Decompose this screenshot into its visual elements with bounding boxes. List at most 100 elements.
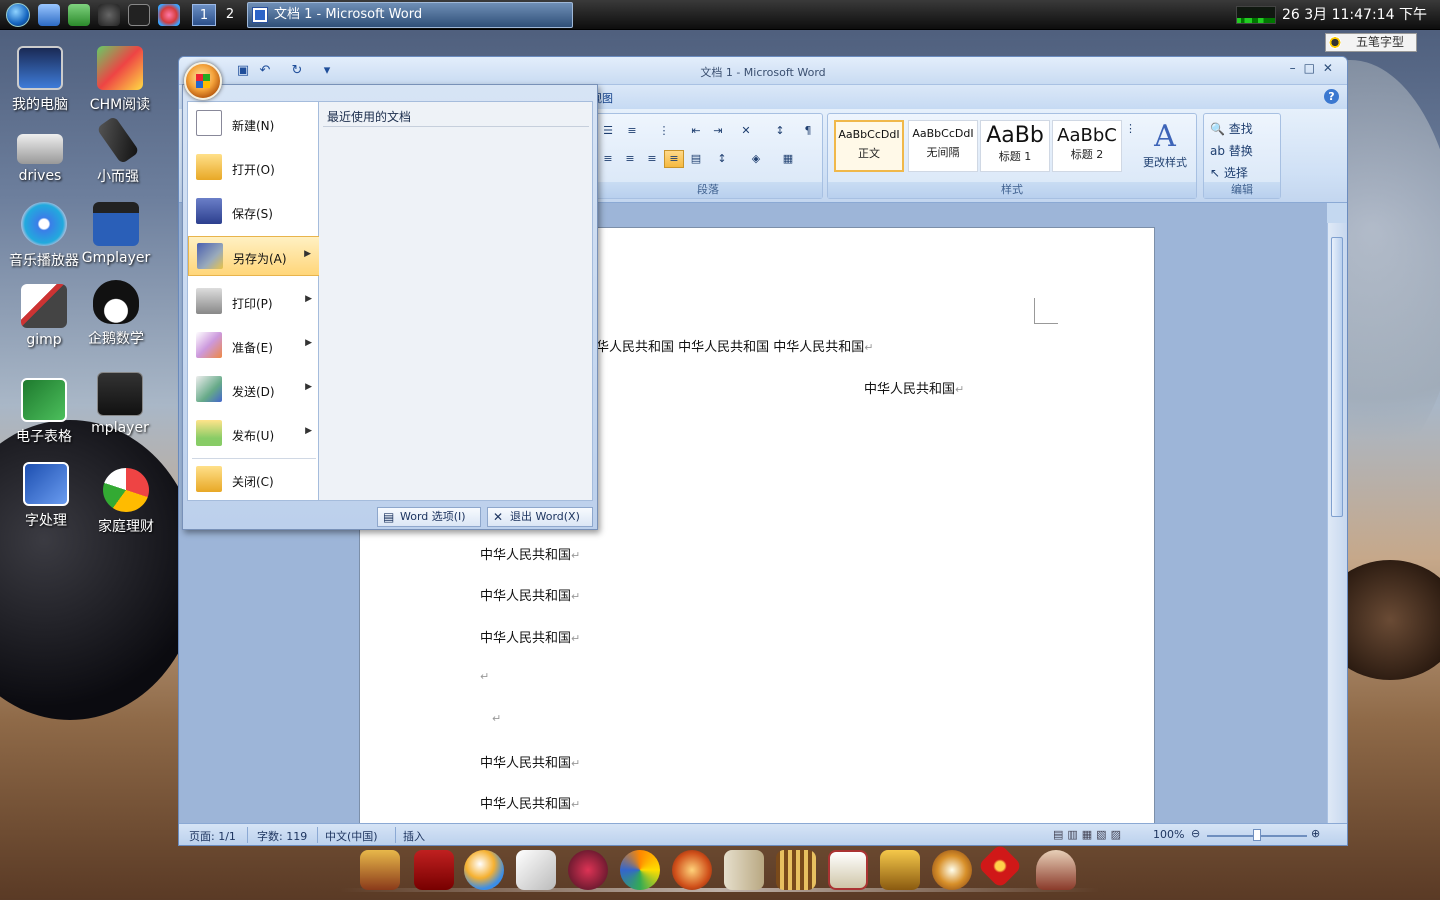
decrease-indent-icon[interactable]: ⇤ <box>686 122 706 140</box>
desktop-icon-usb[interactable]: 小而强 <box>78 115 158 186</box>
office-button[interactable] <box>184 62 222 100</box>
line-spacing-icon[interactable]: ↕ <box>712 150 732 168</box>
shading-icon[interactable]: ◈ <box>746 150 766 168</box>
style-normal[interactable]: AaBbCcDdI 正文 <box>834 120 904 172</box>
styles-scroll-icon[interactable]: ⋮ <box>1124 120 1136 174</box>
desktop-icon-chm[interactable]: CHM阅读 <box>80 46 160 114</box>
vertical-scrollbar[interactable] <box>1327 223 1347 823</box>
menu-item-save-as[interactable]: 另存为(A) ▶ <box>188 236 320 276</box>
zoom-slider-handle[interactable] <box>1253 829 1261 841</box>
increase-indent-icon[interactable]: ⇥ <box>708 122 728 140</box>
ime-indicator[interactable]: 五笔字型 <box>1325 33 1417 52</box>
desktop-icon-gimp[interactable]: gimp <box>4 284 84 348</box>
bowl-icon[interactable] <box>932 850 972 890</box>
doc-line[interactable]: ↵ <box>492 711 501 726</box>
taskbar-button-word[interactable]: 文档 1 - Microsoft Word <box>247 2 573 28</box>
editing-group-label[interactable]: 编辑 <box>1204 182 1280 198</box>
scroll-thumb[interactable] <box>1331 237 1343 517</box>
style-no-spacing[interactable]: AaBbCcDdI 无间隔 <box>908 120 978 172</box>
chinese-layout-icon[interactable]: ✕ <box>736 122 756 140</box>
menu-item-close[interactable]: 关闭(C) <box>188 460 320 500</box>
notes-icon[interactable] <box>724 850 764 890</box>
doc-line[interactable]: 中华人民共和国↵ <box>480 585 580 604</box>
doc-line[interactable]: 中华人民共和国↵ <box>480 752 580 771</box>
desktop-icon-gmplayer[interactable]: Gmplayer <box>76 202 156 266</box>
doc-line[interactable]: ↵ <box>480 669 489 684</box>
cards-icon[interactable] <box>516 850 556 890</box>
desktop-icon-mplayer[interactable]: mplayer <box>80 372 160 436</box>
photo-icon[interactable] <box>828 850 868 890</box>
fire-icon[interactable] <box>672 850 712 890</box>
media-icon[interactable] <box>568 850 608 890</box>
knot-icon[interactable] <box>977 843 1023 889</box>
abacus-icon[interactable] <box>776 850 816 890</box>
desktop-icon-music[interactable]: 音乐播放器 <box>4 202 84 270</box>
doc-line[interactable]: 中华人民共和国↵ <box>480 544 580 563</box>
align-left-icon[interactable]: ≡ <box>598 150 618 168</box>
numbering-icon[interactable]: ≡ <box>622 122 642 140</box>
replace-button[interactable]: ab 替换 <box>1210 142 1253 159</box>
find-button[interactable]: 🔍 查找 <box>1210 120 1253 137</box>
doc-line[interactable]: 中华人民共和国↵ <box>864 378 964 397</box>
desktop-icon-penguin[interactable]: 企鹅数学 <box>76 280 156 348</box>
sort-icon[interactable]: ↕ <box>770 122 790 140</box>
menu-item-print[interactable]: 打印(P) ▶ <box>188 282 320 322</box>
flag-icon[interactable] <box>414 850 454 890</box>
view-buttons[interactable]: ▤▥▦▧▨ <box>1053 828 1125 841</box>
menu-item-send[interactable]: 发送(D) ▶ <box>188 370 320 410</box>
exit-word-button[interactable]: ✕ 退出 Word(X) <box>487 507 593 527</box>
language[interactable]: 中文(中国) <box>325 828 378 844</box>
chart-icon[interactable] <box>620 850 660 890</box>
terminal-icon[interactable] <box>128 4 150 26</box>
workspace-1[interactable]: 1 <box>192 4 216 26</box>
start-orb-icon[interactable] <box>6 3 30 27</box>
zoom-out-icon[interactable]: ⊖ <box>1191 827 1200 840</box>
desktop-icon-finance[interactable]: 家庭理财 <box>86 468 166 536</box>
teapot-icon[interactable] <box>1036 850 1076 890</box>
menu-item-publish[interactable]: 发布(U) ▶ <box>188 414 320 454</box>
menu-item-new[interactable]: 新建(N) <box>188 104 320 144</box>
chest-icon[interactable] <box>880 850 920 890</box>
styles-group-label[interactable]: 样式 <box>828 182 1196 198</box>
style-heading-2[interactable]: AaBbC 标题 2 <box>1052 120 1122 172</box>
search-icon[interactable] <box>98 4 120 26</box>
paragraph-group-label[interactable]: 段落 <box>594 182 822 198</box>
flower-icon[interactable] <box>158 4 180 26</box>
menu-item-open[interactable]: 打开(O) <box>188 148 320 188</box>
globe-icon[interactable] <box>464 850 504 890</box>
border-icon[interactable]: ▦ <box>778 150 798 168</box>
page-count[interactable]: 页面: 1/1 <box>189 828 236 844</box>
doc-line[interactable]: 华人民共和国 中华人民共和国 中华人民共和国↵ <box>596 336 873 355</box>
palace-icon[interactable] <box>360 850 400 890</box>
help-icon[interactable]: ? <box>1324 89 1339 104</box>
distribute-icon[interactable]: ▤ <box>686 150 706 168</box>
install-icon[interactable] <box>68 4 90 26</box>
desktop-icon-word[interactable]: 字处理 <box>6 462 86 530</box>
title-bar[interactable]: ▣ ↶ ↻ ▾ 文档 1 - Microsoft Word –□✕ <box>179 57 1347 85</box>
zoom-level[interactable]: 100% <box>1153 828 1184 841</box>
zoom-in-icon[interactable]: ⊕ <box>1311 827 1320 840</box>
workspace-2[interactable]: 2 <box>218 4 242 26</box>
menu-item-save[interactable]: 保存(S) <box>188 192 320 232</box>
desktop-icon-spreadsheet[interactable]: 电子表格 <box>4 378 84 446</box>
style-heading-1[interactable]: AaBb 标题 1 <box>980 120 1050 172</box>
change-styles-button[interactable]: A 更改样式 <box>1140 120 1190 170</box>
justify-icon[interactable]: ≡ <box>664 150 684 168</box>
show-desktop-icon[interactable] <box>38 4 60 26</box>
doc-line[interactable]: 中华人民共和国↵ <box>480 793 580 812</box>
word-count[interactable]: 字数: 119 <box>257 828 307 844</box>
align-right-icon[interactable]: ≡ <box>642 150 662 168</box>
show-marks-icon[interactable]: ¶ <box>798 122 818 140</box>
multilevel-icon[interactable]: ⋮ <box>654 122 674 140</box>
bullets-icon[interactable]: ☰ <box>598 122 618 140</box>
desktop-icon-drives[interactable]: drives <box>0 128 80 184</box>
desktop-icon-computer[interactable]: 我的电脑 <box>0 46 80 114</box>
window-controls[interactable]: –□✕ <box>1290 61 1341 75</box>
word-options-button[interactable]: ▤ Word 选项(I) <box>377 507 481 527</box>
menu-item-prepare[interactable]: 准备(E) ▶ <box>188 326 320 366</box>
insert-mode[interactable]: 插入 <box>403 828 425 844</box>
doc-line[interactable]: 中华人民共和国↵ <box>480 627 580 646</box>
clock[interactable]: 26 3月 11:47:14 下午 <box>1282 0 1427 30</box>
align-center-icon[interactable]: ≡ <box>620 150 640 168</box>
select-button[interactable]: ↖ 选择 <box>1210 164 1248 181</box>
